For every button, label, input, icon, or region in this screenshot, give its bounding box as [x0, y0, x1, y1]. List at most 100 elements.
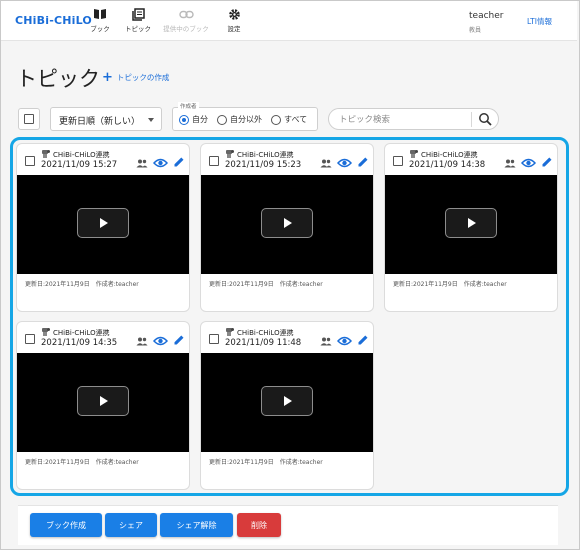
play-button[interactable]	[261, 208, 313, 238]
author-radio-self[interactable]: 自分	[179, 114, 208, 125]
nav-settings[interactable]: 設定	[209, 7, 259, 33]
author-radio-all[interactable]: すべて	[271, 114, 307, 125]
topic-checkbox[interactable]	[25, 334, 35, 344]
search-divider	[471, 112, 472, 127]
topic-title: CHiBi-CHiLO連携	[53, 151, 110, 159]
preview-eye-icon[interactable]	[520, 153, 537, 172]
nav-topic[interactable]: トピック	[113, 7, 163, 33]
play-button[interactable]	[261, 386, 313, 416]
play-button[interactable]	[445, 208, 497, 238]
people-icon	[504, 153, 516, 172]
video-thumbnail[interactable]	[385, 175, 557, 274]
search-input[interactable]	[339, 113, 464, 126]
edit-pencil-icon[interactable]	[541, 153, 553, 172]
create-book-button[interactable]: ブック作成	[30, 513, 102, 537]
play-icon	[100, 396, 108, 406]
lti-info-link[interactable]: LTI情報	[527, 16, 552, 27]
play-icon	[284, 396, 292, 406]
topic-actions	[504, 153, 553, 172]
unshare-button[interactable]: シェア解除	[160, 513, 233, 537]
topic-card[interactable]: CHiBi-CHiLO連携 2021/11/09 11:48 更新日:2021年11…	[200, 321, 374, 490]
share-button[interactable]: シェア	[105, 513, 157, 537]
topic-actions	[320, 331, 369, 350]
topic-card[interactable]: CHiBi-CHiLO連携 2021/11/09 15:23 更新日:2021年11…	[200, 143, 374, 312]
plus-icon: +	[102, 70, 113, 85]
play-icon	[284, 218, 292, 228]
author-radio-self-label: 自分	[192, 115, 208, 124]
topic-date: 2021/11/09 14:35	[41, 338, 118, 348]
search-icon[interactable]	[478, 112, 493, 131]
topic-meta: 更新日:2021年11月9日 作成者:teacher	[209, 281, 323, 288]
caret-down-icon	[148, 118, 154, 122]
people-icon	[320, 153, 332, 172]
topic-title: CHiBi-CHiLO連携	[237, 329, 294, 337]
people-icon	[136, 153, 148, 172]
topic-checkbox[interactable]	[209, 334, 219, 344]
topic-title: CHiBi-CHiLO連携	[421, 151, 478, 159]
link-icon	[161, 7, 211, 21]
play-button[interactable]	[77, 386, 129, 416]
checkbox-icon	[24, 114, 34, 124]
edit-pencil-icon[interactable]	[357, 331, 369, 350]
radio-icon	[217, 114, 227, 125]
preview-eye-icon[interactable]	[152, 153, 169, 172]
topic-date: 2021/11/09 15:23	[225, 160, 302, 170]
preview-eye-icon[interactable]	[152, 331, 169, 350]
checkbox-icon	[25, 156, 35, 166]
sort-select[interactable]: 更新日順（新しい）	[50, 107, 162, 131]
topic-meta: 更新日:2021年11月9日 作成者:teacher	[393, 281, 507, 288]
create-topic-label: トピックの作成	[116, 73, 170, 82]
edit-pencil-icon[interactable]	[357, 153, 369, 172]
author-radio-all-label: すべて	[284, 115, 308, 124]
select-all-checkbox[interactable]	[18, 108, 40, 130]
topic-grid: CHiBi-CHiLO連携 2021/11/09 15:27 更新日:2021年11…	[10, 137, 569, 496]
create-topic-link[interactable]: + トピックの作成	[102, 71, 169, 84]
topic-title: CHiBi-CHiLO連携	[237, 151, 294, 159]
video-thumbnail[interactable]	[17, 353, 189, 452]
edit-pencil-icon[interactable]	[173, 153, 185, 172]
radio-icon	[271, 114, 281, 125]
play-button[interactable]	[77, 208, 129, 238]
nav-shared-books-label: 提供中のブック	[163, 25, 209, 33]
author-filter-legend: 作成者	[178, 102, 199, 110]
topic-checkbox[interactable]	[25, 156, 35, 166]
gear-icon	[209, 7, 259, 21]
topic-actions	[136, 331, 185, 350]
app-header: CHiBi-CHiLO ブック トピック 提供中のブック 設定 teacher …	[1, 1, 577, 41]
topic-card[interactable]: CHiBi-CHiLO連携 2021/11/09 14:35 更新日:2021年11…	[16, 321, 190, 490]
sort-value: 更新日順（新しい）	[59, 117, 141, 127]
topic-card[interactable]: CHiBi-CHiLO連携 2021/11/09 15:27 更新日:2021年11…	[16, 143, 190, 312]
topic-card[interactable]: CHiBi-CHiLO連携 2021/11/09 14:38 更新日:2021年11…	[384, 143, 558, 312]
topic-title: CHiBi-CHiLO連携	[53, 329, 110, 337]
topic-checkbox[interactable]	[393, 156, 403, 166]
video-thumbnail[interactable]	[201, 175, 373, 274]
nav-shared-books: 提供中のブック	[161, 7, 211, 33]
page-title: トピック	[16, 67, 100, 91]
topic-meta: 更新日:2021年11月9日 作成者:teacher	[25, 459, 139, 466]
topic-actions	[136, 153, 185, 172]
video-thumbnail[interactable]	[201, 353, 373, 452]
topic-icon	[113, 7, 163, 21]
people-icon	[136, 331, 148, 350]
author-radio-others[interactable]: 自分以外	[217, 114, 262, 125]
video-thumbnail[interactable]	[17, 175, 189, 274]
topic-search	[328, 108, 499, 130]
user-name[interactable]: teacher	[469, 11, 503, 21]
checkbox-icon	[209, 334, 219, 344]
topic-checkbox[interactable]	[209, 156, 219, 166]
edit-pencil-icon[interactable]	[173, 331, 185, 350]
user-role: 教員	[469, 27, 482, 34]
preview-eye-icon[interactable]	[336, 331, 353, 350]
checkbox-icon	[25, 334, 35, 344]
topic-meta: 更新日:2021年11月9日 作成者:teacher	[25, 281, 139, 288]
author-radio-others-label: 自分以外	[230, 115, 262, 124]
delete-button[interactable]: 削除	[237, 513, 281, 537]
play-icon	[100, 218, 108, 228]
preview-eye-icon[interactable]	[336, 153, 353, 172]
nav-topic-label: トピック	[125, 25, 151, 33]
checkbox-icon	[209, 156, 219, 166]
nav-settings-label: 設定	[227, 25, 241, 33]
checkbox-icon	[393, 156, 403, 166]
topic-date: 2021/11/09 15:27	[41, 160, 118, 170]
play-icon	[468, 218, 476, 228]
